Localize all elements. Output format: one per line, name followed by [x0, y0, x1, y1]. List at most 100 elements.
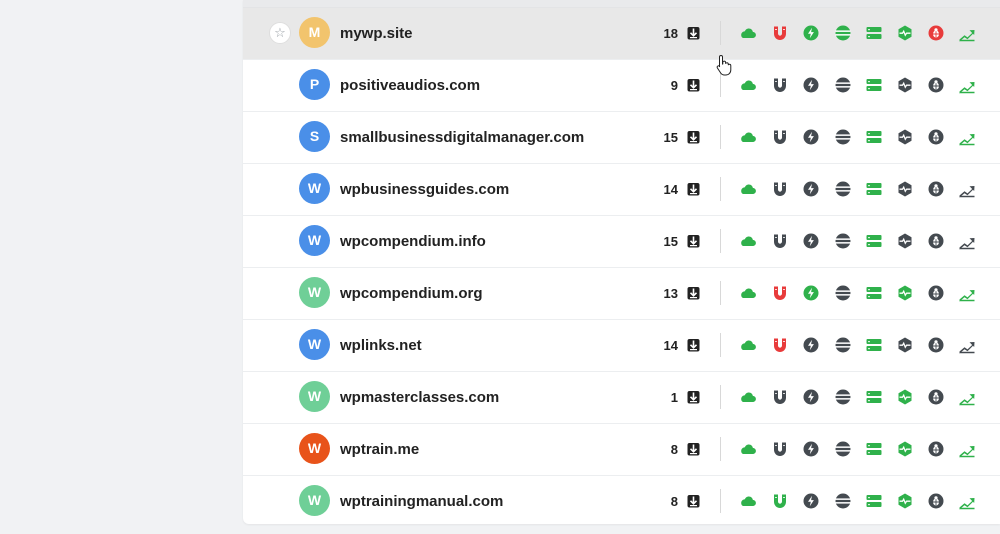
- chart-icon[interactable]: [958, 180, 976, 198]
- download-updates-icon[interactable]: [687, 338, 700, 352]
- shield-icon[interactable]: [896, 76, 914, 94]
- bolt-icon[interactable]: [802, 76, 820, 94]
- bug-icon[interactable]: [927, 24, 945, 42]
- server-icon[interactable]: [865, 128, 883, 146]
- bug-icon[interactable]: [927, 336, 945, 354]
- shield-icon[interactable]: [896, 440, 914, 458]
- chart-icon[interactable]: [958, 492, 976, 510]
- server-icon[interactable]: [865, 24, 883, 42]
- bars-icon[interactable]: [834, 76, 852, 94]
- star-icon[interactable]: ☆: [269, 22, 291, 44]
- download-updates-icon[interactable]: [687, 494, 700, 508]
- bug-icon[interactable]: [927, 76, 945, 94]
- magnet-icon[interactable]: [771, 76, 789, 94]
- magnet-icon[interactable]: [771, 440, 789, 458]
- cloud-icon[interactable]: [739, 180, 757, 198]
- download-updates-icon[interactable]: [687, 234, 700, 248]
- download-updates-icon[interactable]: [687, 442, 700, 456]
- bars-icon[interactable]: [834, 180, 852, 198]
- cloud-icon[interactable]: [739, 492, 757, 510]
- download-updates-icon[interactable]: [687, 26, 700, 40]
- bug-icon[interactable]: [927, 128, 945, 146]
- server-icon[interactable]: [865, 440, 883, 458]
- shield-icon[interactable]: [896, 24, 914, 42]
- site-row[interactable]: P positiveaudios.com 9: [243, 60, 1000, 112]
- bolt-icon[interactable]: [802, 492, 820, 510]
- download-updates-icon[interactable]: [687, 78, 700, 92]
- bars-icon[interactable]: [834, 284, 852, 302]
- site-row[interactable]: W wpbusinessguides.com 14: [243, 164, 1000, 216]
- chart-icon[interactable]: [958, 76, 976, 94]
- server-icon[interactable]: [865, 180, 883, 198]
- chart-icon[interactable]: [958, 336, 976, 354]
- cloud-icon[interactable]: [739, 388, 757, 406]
- bolt-icon[interactable]: [802, 336, 820, 354]
- bug-icon[interactable]: [927, 388, 945, 406]
- bug-icon[interactable]: [927, 180, 945, 198]
- shield-icon[interactable]: [896, 128, 914, 146]
- site-row[interactable]: W wpcompendium.org 13: [243, 268, 1000, 320]
- bug-icon[interactable]: [927, 284, 945, 302]
- site-row[interactable]: S smallbusinessdigitalmanager.com 15: [243, 112, 1000, 164]
- server-icon[interactable]: [865, 388, 883, 406]
- bug-icon[interactable]: [927, 440, 945, 458]
- magnet-icon[interactable]: [771, 232, 789, 250]
- server-icon[interactable]: [865, 284, 883, 302]
- cloud-icon[interactable]: [739, 232, 757, 250]
- bolt-icon[interactable]: [802, 440, 820, 458]
- bars-icon[interactable]: [834, 492, 852, 510]
- bolt-icon[interactable]: [802, 232, 820, 250]
- chart-icon[interactable]: [958, 128, 976, 146]
- shield-icon[interactable]: [896, 336, 914, 354]
- site-name-link[interactable]: wpmasterclasses.com: [340, 389, 499, 406]
- shield-icon[interactable]: [896, 180, 914, 198]
- magnet-icon[interactable]: [771, 180, 789, 198]
- shield-icon[interactable]: [896, 388, 914, 406]
- site-row[interactable]: W wpmasterclasses.com 1: [243, 372, 1000, 424]
- bars-icon[interactable]: [834, 440, 852, 458]
- magnet-icon[interactable]: [771, 336, 789, 354]
- cloud-icon[interactable]: [739, 128, 757, 146]
- server-icon[interactable]: [865, 76, 883, 94]
- cloud-icon[interactable]: [739, 336, 757, 354]
- shield-icon[interactable]: [896, 232, 914, 250]
- chart-icon[interactable]: [958, 232, 976, 250]
- cloud-icon[interactable]: [739, 284, 757, 302]
- bolt-icon[interactable]: [802, 388, 820, 406]
- site-row[interactable]: ☆ M mywp.site 18: [243, 8, 1000, 60]
- download-updates-icon[interactable]: [687, 130, 700, 144]
- site-name-link[interactable]: wplinks.net: [340, 337, 422, 354]
- download-updates-icon[interactable]: [687, 182, 700, 196]
- site-name-link[interactable]: positiveaudios.com: [340, 77, 480, 94]
- magnet-icon[interactable]: [771, 24, 789, 42]
- chart-icon[interactable]: [958, 388, 976, 406]
- site-row[interactable]: W wptrainingmanual.com 8: [243, 476, 1000, 524]
- site-row[interactable]: W wpcompendium.info 15: [243, 216, 1000, 268]
- bug-icon[interactable]: [927, 232, 945, 250]
- site-row[interactable]: W wplinks.net 14: [243, 320, 1000, 372]
- site-name-link[interactable]: smallbusinessdigitalmanager.com: [340, 129, 584, 146]
- bars-icon[interactable]: [834, 388, 852, 406]
- bars-icon[interactable]: [834, 128, 852, 146]
- chart-icon[interactable]: [958, 440, 976, 458]
- bolt-icon[interactable]: [802, 180, 820, 198]
- download-updates-icon[interactable]: [687, 286, 700, 300]
- bars-icon[interactable]: [834, 336, 852, 354]
- bars-icon[interactable]: [834, 232, 852, 250]
- site-name-link[interactable]: wptrainingmanual.com: [340, 493, 503, 510]
- bolt-icon[interactable]: [802, 284, 820, 302]
- site-name-link[interactable]: wpcompendium.info: [340, 233, 486, 250]
- site-name-link[interactable]: wptrain.me: [340, 441, 419, 458]
- download-updates-icon[interactable]: [687, 390, 700, 404]
- magnet-icon[interactable]: [771, 128, 789, 146]
- server-icon[interactable]: [865, 492, 883, 510]
- cloud-icon[interactable]: [739, 440, 757, 458]
- server-icon[interactable]: [865, 232, 883, 250]
- magnet-icon[interactable]: [771, 388, 789, 406]
- shield-icon[interactable]: [896, 492, 914, 510]
- bolt-icon[interactable]: [802, 24, 820, 42]
- chart-icon[interactable]: [958, 24, 976, 42]
- site-row[interactable]: W wptrain.me 8: [243, 424, 1000, 476]
- shield-icon[interactable]: [896, 284, 914, 302]
- server-icon[interactable]: [865, 336, 883, 354]
